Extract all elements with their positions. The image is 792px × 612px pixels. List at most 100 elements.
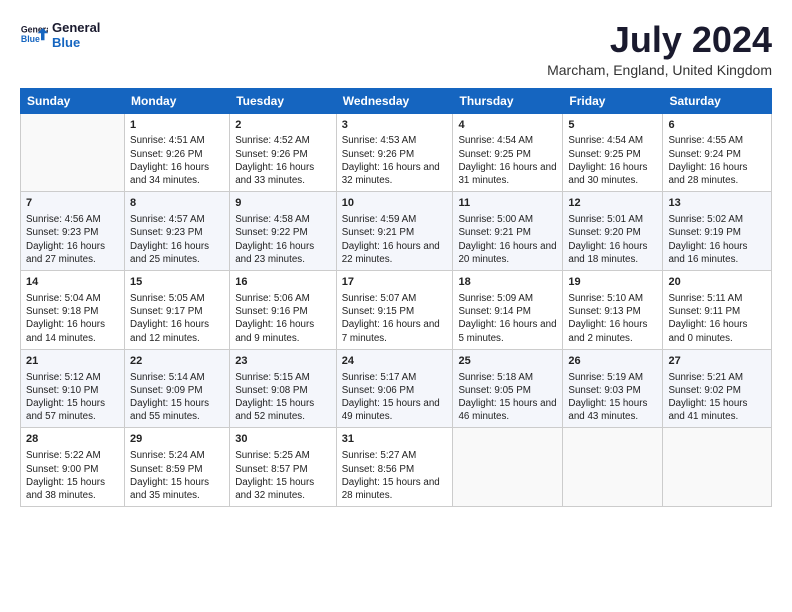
day-number: 2 <box>235 118 331 133</box>
day-number: 21 <box>26 354 119 369</box>
day-number: 23 <box>235 354 331 369</box>
calendar-cell: 29 Sunrise: 5:24 AMSunset: 8:59 PMDayligh… <box>125 428 230 507</box>
day-number: 1 <box>130 118 224 133</box>
cell-info: Sunrise: 5:25 AMSunset: 8:57 PMDaylight:… <box>235 449 331 502</box>
cell-info: Sunrise: 4:53 AMSunset: 9:26 PMDaylight:… <box>342 134 448 187</box>
day-number: 12 <box>568 196 657 211</box>
calendar-cell: 14 Sunrise: 5:04 AMSunset: 9:18 PMDayligh… <box>21 271 125 350</box>
logo-general-text: General <box>52 20 100 35</box>
cell-info: Sunrise: 4:51 AMSunset: 9:26 PMDaylight:… <box>130 134 224 187</box>
cell-info: Sunrise: 5:17 AMSunset: 9:06 PMDaylight:… <box>342 371 448 424</box>
calendar-table: SundayMondayTuesdayWednesdayThursdayFrid… <box>20 88 772 508</box>
column-header-thursday: Thursday <box>453 88 563 113</box>
day-number: 17 <box>342 275 448 290</box>
day-number: 3 <box>342 118 448 133</box>
calendar-cell: 23Sunrise: 5:15 AMSunset: 9:08 PMDayligh… <box>230 349 337 428</box>
month-title: July 2024 <box>547 20 772 60</box>
day-number: 31 <box>342 432 448 447</box>
calendar-cell: 10 Sunrise: 4:59 AMSunset: 9:21 PMDayligh… <box>336 192 453 271</box>
calendar-cell: 21 Sunrise: 5:12 AMSunset: 9:10 PMDayligh… <box>21 349 125 428</box>
logo-blue-text: Blue <box>52 35 100 50</box>
calendar-cell: 20 Sunrise: 5:11 AMSunset: 9:11 PMDayligh… <box>663 271 772 350</box>
day-number: 7 <box>26 196 119 211</box>
cell-info: Sunrise: 4:57 AMSunset: 9:23 PMDaylight:… <box>130 213 224 266</box>
calendar-cell: 7 Sunrise: 4:56 AMSunset: 9:23 PMDaylight… <box>21 192 125 271</box>
cell-info: Sunrise: 5:04 AMSunset: 9:18 PMDaylight:… <box>26 292 119 345</box>
week-row-3: 14 Sunrise: 5:04 AMSunset: 9:18 PMDayligh… <box>21 271 772 350</box>
calendar-cell: 17Sunrise: 5:07 AMSunset: 9:15 PMDayligh… <box>336 271 453 350</box>
week-row-5: 28 Sunrise: 5:22 AMSunset: 9:00 PMDayligh… <box>21 428 772 507</box>
day-number: 9 <box>235 196 331 211</box>
day-number: 11 <box>458 196 557 211</box>
calendar-cell: 27Sunrise: 5:21 AMSunset: 9:02 PMDayligh… <box>663 349 772 428</box>
calendar-cell: 2Sunrise: 4:52 AMSunset: 9:26 PMDaylight… <box>230 113 337 192</box>
day-number: 6 <box>668 118 766 133</box>
logo-icon: General Blue <box>20 21 48 49</box>
calendar-cell: 28 Sunrise: 5:22 AMSunset: 9:00 PMDayligh… <box>21 428 125 507</box>
cell-info: Sunrise: 5:10 AMSunset: 9:13 PMDaylight:… <box>568 292 657 345</box>
calendar-cell: 1Sunrise: 4:51 AMSunset: 9:26 PMDaylight… <box>125 113 230 192</box>
calendar-cell <box>663 428 772 507</box>
column-header-saturday: Saturday <box>663 88 772 113</box>
calendar-cell: 30 Sunrise: 5:25 AMSunset: 8:57 PMDayligh… <box>230 428 337 507</box>
cell-info: Sunrise: 4:54 AMSunset: 9:25 PMDaylight:… <box>568 134 657 187</box>
page-header: General Blue General Blue July 2024 Marc… <box>20 20 772 78</box>
cell-info: Sunrise: 5:24 AMSunset: 8:59 PMDaylight:… <box>130 449 224 502</box>
calendar-cell: 9 Sunrise: 4:58 AMSunset: 9:22 PMDaylight… <box>230 192 337 271</box>
week-row-2: 7 Sunrise: 4:56 AMSunset: 9:23 PMDaylight… <box>21 192 772 271</box>
calendar-cell: 3Sunrise: 4:53 AMSunset: 9:26 PMDaylight… <box>336 113 453 192</box>
cell-info: Sunrise: 4:59 AMSunset: 9:21 PMDaylight:… <box>342 213 448 266</box>
column-header-monday: Monday <box>125 88 230 113</box>
calendar-cell: 4Sunrise: 4:54 AMSunset: 9:25 PMDaylight… <box>453 113 563 192</box>
calendar-cell: 24 Sunrise: 5:17 AMSunset: 9:06 PMDayligh… <box>336 349 453 428</box>
svg-text:Blue: Blue <box>21 34 40 44</box>
day-number: 22 <box>130 354 224 369</box>
cell-info: Sunrise: 4:52 AMSunset: 9:26 PMDaylight:… <box>235 134 331 187</box>
calendar-cell: 13 Sunrise: 5:02 AMSunset: 9:19 PMDayligh… <box>663 192 772 271</box>
day-number: 10 <box>342 196 448 211</box>
calendar-cell: 8 Sunrise: 4:57 AMSunset: 9:23 PMDaylight… <box>125 192 230 271</box>
day-number: 14 <box>26 275 119 290</box>
logo: General Blue General Blue <box>20 20 100 50</box>
day-number: 18 <box>458 275 557 290</box>
day-number: 19 <box>568 275 657 290</box>
day-number: 24 <box>342 354 448 369</box>
cell-info: Sunrise: 5:02 AMSunset: 9:19 PMDaylight:… <box>668 213 766 266</box>
cell-info: Sunrise: 4:55 AMSunset: 9:24 PMDaylight:… <box>668 134 766 187</box>
day-number: 20 <box>668 275 766 290</box>
day-number: 15 <box>130 275 224 290</box>
cell-info: Sunrise: 4:58 AMSunset: 9:22 PMDaylight:… <box>235 213 331 266</box>
calendar-cell: 31Sunrise: 5:27 AMSunset: 8:56 PMDayligh… <box>336 428 453 507</box>
cell-info: Sunrise: 5:18 AMSunset: 9:05 PMDaylight:… <box>458 371 557 424</box>
calendar-cell: 22Sunrise: 5:14 AMSunset: 9:09 PMDayligh… <box>125 349 230 428</box>
cell-info: Sunrise: 5:22 AMSunset: 9:00 PMDaylight:… <box>26 449 119 502</box>
day-number: 30 <box>235 432 331 447</box>
cell-info: Sunrise: 5:11 AMSunset: 9:11 PMDaylight:… <box>668 292 766 345</box>
week-row-4: 21 Sunrise: 5:12 AMSunset: 9:10 PMDayligh… <box>21 349 772 428</box>
column-header-tuesday: Tuesday <box>230 88 337 113</box>
calendar-cell: 5Sunrise: 4:54 AMSunset: 9:25 PMDaylight… <box>563 113 663 192</box>
location-text: Marcham, England, United Kingdom <box>547 62 772 78</box>
day-number: 4 <box>458 118 557 133</box>
day-number: 13 <box>668 196 766 211</box>
cell-info: Sunrise: 5:12 AMSunset: 9:10 PMDaylight:… <box>26 371 119 424</box>
calendar-cell: 16Sunrise: 5:06 AMSunset: 9:16 PMDayligh… <box>230 271 337 350</box>
column-header-wednesday: Wednesday <box>336 88 453 113</box>
day-number: 28 <box>26 432 119 447</box>
calendar-cell: 6Sunrise: 4:55 AMSunset: 9:24 PMDaylight… <box>663 113 772 192</box>
cell-info: Sunrise: 5:05 AMSunset: 9:17 PMDaylight:… <box>130 292 224 345</box>
calendar-cell <box>453 428 563 507</box>
calendar-cell: 19 Sunrise: 5:10 AMSunset: 9:13 PMDayligh… <box>563 271 663 350</box>
cell-info: Sunrise: 5:00 AMSunset: 9:21 PMDaylight:… <box>458 213 557 266</box>
day-number: 29 <box>130 432 224 447</box>
calendar-cell: 11 Sunrise: 5:00 AMSunset: 9:21 PMDayligh… <box>453 192 563 271</box>
calendar-cell: 12Sunrise: 5:01 AMSunset: 9:20 PMDayligh… <box>563 192 663 271</box>
cell-info: Sunrise: 4:56 AMSunset: 9:23 PMDaylight:… <box>26 213 119 266</box>
day-number: 25 <box>458 354 557 369</box>
cell-info: Sunrise: 5:09 AMSunset: 9:14 PMDaylight:… <box>458 292 557 345</box>
column-header-sunday: Sunday <box>21 88 125 113</box>
cell-info: Sunrise: 5:19 AMSunset: 9:03 PMDaylight:… <box>568 371 657 424</box>
day-number: 8 <box>130 196 224 211</box>
cell-info: Sunrise: 4:54 AMSunset: 9:25 PMDaylight:… <box>458 134 557 187</box>
week-row-1: 1Sunrise: 4:51 AMSunset: 9:26 PMDaylight… <box>21 113 772 192</box>
